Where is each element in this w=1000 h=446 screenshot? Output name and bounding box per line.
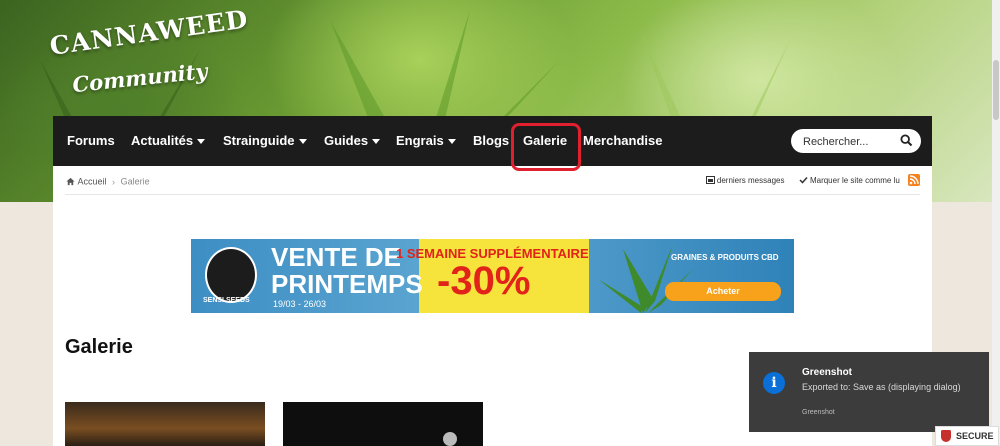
nav-item-actualites[interactable]: Actualités (131, 116, 206, 166)
secure-badge-label: SECURE (956, 431, 994, 441)
notification-app: Greenshot (802, 409, 835, 416)
calendar-icon (705, 176, 715, 185)
caret-down-icon (447, 139, 456, 145)
sensi-seeds-logo-icon (205, 247, 257, 303)
banner-dates: 19/03 - 26/03 (273, 299, 327, 309)
banner-tagline: GRAINES & PRODUITS CBD (671, 253, 779, 262)
ad-banner[interactable]: SENSI SEEDS VENTE DE PRINTEMPS 19/03 - 2… (191, 239, 794, 313)
banner-buy-button[interactable]: Acheter (665, 282, 781, 301)
recent-messages-label: derniers messages (716, 175, 785, 185)
caret-down-icon (372, 139, 381, 145)
banner-brand: SENSI SEEDS (203, 297, 250, 304)
chevron-right-icon: › (112, 176, 116, 187)
breadcrumb: Accueil › Galerie (66, 176, 150, 187)
search-input[interactable] (801, 132, 895, 152)
caret-down-icon (197, 139, 206, 145)
mark-read-link[interactable]: Marquer le site comme lu (799, 176, 900, 185)
banner-discount: -30% (437, 259, 531, 303)
annotation-highlight-box (511, 123, 581, 171)
nav-label: Guides (324, 133, 369, 148)
site-logo[interactable]: CANNAWEED Community (48, 4, 250, 97)
cannabis-plant-icon (598, 244, 693, 313)
caret-down-icon (298, 139, 307, 145)
recent-messages-link[interactable]: derniers messages (705, 175, 785, 185)
main-navbar: Forums Actualités Strainguide Guides Eng… (53, 116, 932, 171)
nav-item-engrais[interactable]: Engrais (396, 116, 456, 166)
gallery-thumbnail[interactable] (283, 402, 483, 446)
notification-message: Exported to: Save as (displaying dialog) (802, 382, 961, 392)
nav-item-merchandise[interactable]: Merchandise (583, 116, 662, 166)
page-scrollbar[interactable] (992, 0, 1000, 444)
nav-label: Strainguide (223, 133, 295, 148)
checkmark-icon (799, 177, 808, 184)
search-icon[interactable] (900, 134, 913, 147)
nav-label: Actualités (131, 133, 194, 148)
shield-icon (941, 430, 951, 442)
nav-label: Blogs (473, 133, 510, 148)
nav-item-guides[interactable]: Guides (324, 116, 381, 166)
notification-toast[interactable]: i Greenshot Exported to: Save as (displa… (749, 352, 989, 432)
mark-read-label: Marquer le site comme lu (809, 175, 900, 185)
breadcrumb-home[interactable]: Accueil (78, 177, 107, 187)
rss-icon[interactable] (908, 174, 920, 186)
breadcrumb-current: Galerie (120, 176, 150, 187)
gallery-thumbnail[interactable] (65, 402, 265, 446)
nav-label: Engrais (396, 133, 444, 148)
nav-item-blogs[interactable]: Blogs (473, 116, 509, 166)
notification-title: Greenshot (802, 367, 853, 378)
nav-item-forums[interactable]: Forums (67, 116, 115, 166)
page-title: Galerie (65, 336, 133, 358)
nav-label: Forums (67, 133, 115, 148)
secure-badge[interactable]: SECURE (935, 426, 999, 446)
nav-item-strainguide[interactable]: Strainguide (223, 116, 307, 166)
search-box (791, 129, 921, 153)
scrollbar-thumb[interactable] (993, 60, 999, 120)
breadcrumb-divider (65, 194, 920, 195)
nav-label: Merchandise (583, 133, 663, 148)
info-icon: i (763, 372, 785, 394)
banner-headline-line-2: PRINTEMPS (271, 269, 423, 299)
home-icon (66, 178, 75, 186)
page-toolbar: derniers messages Marquer le site comme … (694, 174, 920, 186)
